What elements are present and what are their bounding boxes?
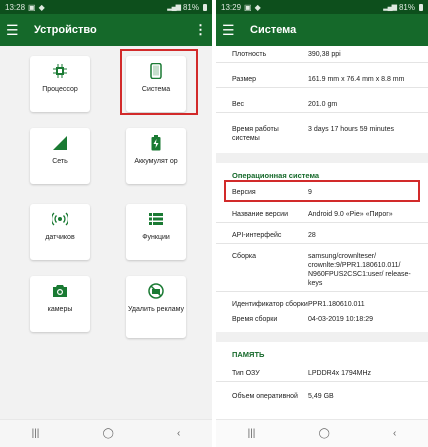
info-key: Объем оперативной bbox=[232, 393, 298, 400]
signal-icon: ▂▄▆ bbox=[167, 4, 181, 11]
system-info-list: Плотность 390,38 ppi Размер 161.9 mm x 7… bbox=[216, 46, 428, 419]
card-processor[interactable]: Процессор bbox=[30, 56, 90, 112]
card-remove-ads[interactable]: Удалить рекламу bbox=[126, 276, 186, 338]
card-label: Система bbox=[141, 86, 171, 93]
card-label: Аккумулят ор bbox=[134, 158, 178, 165]
card-battery[interactable]: Аккумулят ор bbox=[126, 128, 186, 184]
info-value: 5,49 GB bbox=[308, 393, 334, 400]
info-value: 04-03-2019 10:18:29 bbox=[308, 316, 373, 323]
section-header-memory: ПАМЯТЬ bbox=[232, 350, 265, 359]
android-icon: ◆ bbox=[254, 2, 261, 12]
signal-icon: ▂▄▆ bbox=[383, 4, 397, 11]
back-button[interactable]: ‹ bbox=[177, 428, 180, 439]
more-options-icon[interactable]: ⋮ bbox=[194, 22, 207, 38]
info-key: Время сборки bbox=[232, 316, 278, 323]
card-system[interactable]: Система bbox=[126, 56, 186, 112]
recent-apps-button[interactable]: ||| bbox=[248, 428, 256, 439]
back-button[interactable]: ‹ bbox=[393, 428, 396, 439]
card-camera[interactable]: камеры bbox=[30, 276, 90, 332]
page-title: Система bbox=[250, 24, 297, 36]
info-value: 201.0 gm bbox=[308, 101, 338, 108]
info-value: 28 bbox=[308, 232, 316, 239]
page-title: Устройство bbox=[34, 24, 97, 36]
info-row-version: Версия 9 bbox=[216, 188, 428, 197]
card-label: датчиков bbox=[45, 234, 75, 241]
battery-percent: 81% bbox=[398, 2, 415, 12]
info-row: Объем оперативной 5,49 GB bbox=[216, 392, 428, 401]
menu-icon[interactable]: ☰ bbox=[222, 22, 244, 39]
info-row: Время сборки 04-03-2019 10:18:29 bbox=[216, 315, 428, 324]
info-key: Размер bbox=[232, 76, 257, 83]
camera-icon bbox=[52, 283, 68, 299]
info-key: Время работы системы bbox=[232, 126, 279, 142]
info-row: Идентификатор сборки PPR1.180610.011 bbox=[216, 300, 428, 309]
section-header-os: Операционная система bbox=[232, 171, 320, 180]
info-value: 161.9 mm x 76.4 mm x 8.8 mm bbox=[308, 76, 405, 83]
home-button[interactable]: ◯ bbox=[103, 428, 114, 439]
info-key: Идентификатор сборки bbox=[232, 301, 308, 308]
info-key: Плотность bbox=[232, 51, 267, 58]
cpu-icon bbox=[52, 63, 68, 79]
status-time: 13:28 bbox=[5, 2, 26, 12]
info-row: Тип ОЗУ LPDDR4x 1794MHz bbox=[216, 369, 428, 378]
category-grid: Процессор Система Сеть Аккумулят ор датч… bbox=[0, 46, 212, 419]
status-bar: 13:28 ▣ ◆ ▂▄▆ 81% bbox=[0, 0, 212, 14]
info-value: 390,38 ppi bbox=[308, 51, 341, 58]
gallery-icon: ▣ bbox=[28, 2, 36, 12]
home-button[interactable]: ◯ bbox=[319, 428, 330, 439]
info-value: 9 bbox=[308, 189, 312, 196]
info-row: Сборка samsung/crownlteser/ crownlte:9/P… bbox=[216, 252, 428, 288]
info-value: samsung/crownlteser/ crownlte:9/PPR1.180… bbox=[308, 253, 411, 287]
battery-icon bbox=[419, 3, 423, 11]
info-row: Вес 201.0 gm bbox=[216, 100, 428, 109]
signal-icon bbox=[52, 135, 68, 151]
card-sensors[interactable]: датчиков bbox=[30, 204, 90, 260]
battery-icon bbox=[203, 3, 207, 11]
system-nav-bar: ||| ◯ ‹ bbox=[0, 419, 212, 447]
system-screen: 13:29 ▣ ◆ ▂▄▆ 81% ☰ Система Плотность 39… bbox=[216, 0, 428, 447]
battery-percent: 81% bbox=[182, 2, 199, 12]
recent-apps-button[interactable]: ||| bbox=[32, 428, 40, 439]
info-row: Название версии Android 9.0 «Pie» «Пирог… bbox=[216, 210, 428, 219]
system-nav-bar: ||| ◯ ‹ bbox=[216, 419, 428, 447]
status-bar: 13:29 ▣ ◆ ▂▄▆ 81% bbox=[216, 0, 428, 14]
card-label: Процессор bbox=[42, 86, 78, 93]
info-key: API-интерфейс bbox=[232, 232, 282, 239]
info-key: Вес bbox=[232, 101, 245, 108]
app-bar: ☰ Система bbox=[216, 14, 428, 46]
info-value: Android 9.0 «Pie» «Пирог» bbox=[308, 211, 393, 218]
menu-icon[interactable]: ☰ bbox=[6, 22, 28, 39]
info-row: Плотность 390,38 ppi bbox=[216, 50, 428, 59]
info-row: API-интерфейс 28 bbox=[216, 231, 428, 240]
info-value: 3 days 17 hours 59 minutes bbox=[308, 126, 394, 133]
info-key: Название версии bbox=[232, 211, 288, 218]
card-label: Сеть bbox=[52, 158, 68, 165]
section-gap bbox=[216, 332, 428, 342]
sensors-icon bbox=[52, 211, 68, 227]
info-row: Размер 161.9 mm x 76.4 mm x 8.8 mm bbox=[216, 75, 428, 84]
android-icon: ◆ bbox=[38, 2, 45, 12]
status-time: 13:29 bbox=[221, 2, 242, 12]
info-key: Версия bbox=[232, 189, 256, 196]
app-bar: ☰ Устройство ⋮ bbox=[0, 14, 212, 46]
card-features[interactable]: Функции bbox=[126, 204, 186, 260]
card-network[interactable]: Сеть bbox=[30, 128, 90, 184]
info-row: Время работы системы 3 days 17 hours 59 … bbox=[216, 125, 428, 143]
info-value: LPDDR4x 1794MHz bbox=[308, 370, 372, 377]
info-key: Тип ОЗУ bbox=[232, 370, 260, 377]
info-value: PPR1.180610.011 bbox=[308, 301, 365, 308]
list-icon bbox=[148, 211, 164, 227]
section-gap bbox=[216, 153, 428, 163]
card-label: Функции bbox=[142, 234, 170, 241]
card-label: камеры bbox=[47, 306, 73, 313]
info-key: Сборка bbox=[232, 253, 256, 260]
no-ads-icon bbox=[148, 283, 164, 299]
device-screen: 13:28 ▣ ◆ ▂▄▆ 81% ☰ Устройство ⋮ Процесс… bbox=[0, 0, 212, 447]
smartphone-icon bbox=[148, 63, 164, 79]
battery-icon bbox=[148, 135, 164, 151]
gallery-icon: ▣ bbox=[244, 2, 252, 12]
card-label: Удалить рекламу bbox=[128, 306, 184, 313]
